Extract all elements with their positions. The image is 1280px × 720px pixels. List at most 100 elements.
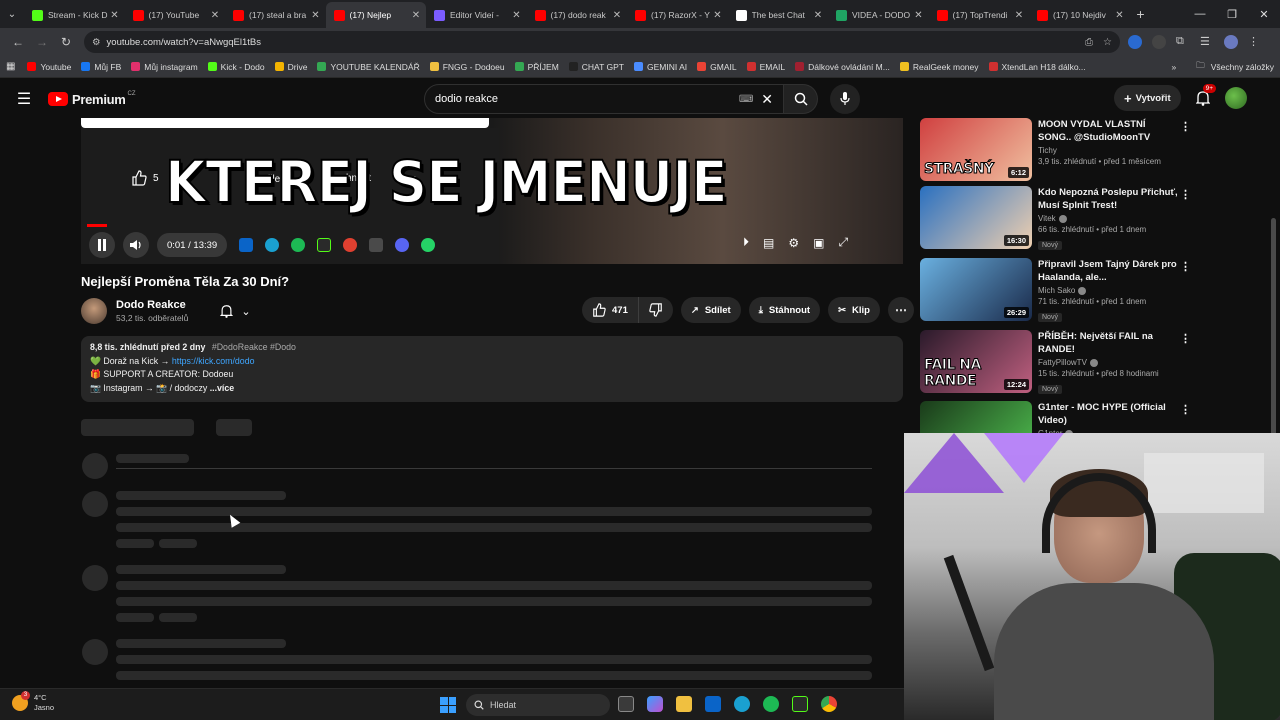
kick-link[interactable]: https://kick.com/dodo [172, 356, 255, 366]
minimize-icon[interactable]: — [1184, 8, 1216, 21]
tab-close-icon[interactable]: ✕ [1114, 10, 1126, 21]
browser-tab[interactable]: (17) RazorX - Y ✕ [627, 2, 728, 28]
bookmark-item[interactable]: Dálkové ovládání M... [795, 62, 890, 72]
bookmark-item[interactable]: RealGeek money [899, 62, 979, 72]
forward-icon[interactable]: → [30, 35, 54, 49]
progress-bar[interactable] [87, 224, 107, 227]
url-input[interactable]: ⚙ youtube.com/watch?v=aNwgqEl1tBs ⎙ ☆ [84, 31, 1120, 53]
bookmark-item[interactable]: Drive [274, 62, 307, 72]
tab-close-icon[interactable]: ✕ [109, 10, 121, 21]
video-thumbnail[interactable]: 16:30 [920, 186, 1032, 249]
video-title[interactable]: PŘÍBĚH: Největší FAIL na RANDE! [1038, 330, 1178, 356]
tab-close-icon[interactable]: ✕ [1013, 10, 1025, 21]
browser-tab[interactable]: Stream - Kick D ✕ [24, 2, 125, 28]
bookmark-item[interactable]: EMAIL [746, 62, 785, 72]
close-window-icon[interactable]: ✕ [1248, 8, 1280, 21]
recommended-video[interactable]: STRAŠNÝ 6:12 MOON VYDAL VLASTNÍ SONG.. @St… [920, 118, 1191, 184]
browser-tab[interactable]: VIDEA - DODO ✕ [828, 2, 929, 28]
miniplayer-icon[interactable]: ▣ [813, 236, 824, 250]
video-title[interactable]: G1nter - MOC HYPE (Official Video) [1038, 401, 1178, 427]
notifications-button[interactable]: 9+ [1193, 84, 1217, 108]
action-menu-icon[interactable]: ⋮ [1180, 332, 1191, 345]
profile-avatar[interactable] [1224, 35, 1238, 49]
recommended-video[interactable]: 16:30 Kdo Nepozná Poslepu Přichuť, Musí S… [920, 186, 1191, 252]
tab-close-icon[interactable]: ✕ [310, 10, 322, 21]
browser-menu-icon[interactable]: ⋮ [1248, 35, 1262, 49]
extension-blue-icon[interactable] [1128, 35, 1142, 49]
subtitles-icon[interactable]: ▤ [763, 236, 774, 250]
tab-close-icon[interactable]: ✕ [712, 10, 724, 21]
tab-close-icon[interactable]: ✕ [410, 10, 422, 21]
copilot-icon[interactable] [647, 696, 663, 712]
tab-close-icon[interactable]: ✕ [913, 10, 925, 21]
tab-close-icon[interactable]: ✕ [209, 10, 221, 21]
outlook-icon[interactable] [705, 696, 721, 712]
bookmark-item[interactable]: YOUTUBE KALENDÁŘ [317, 62, 420, 72]
settings-gear-icon[interactable]: ⚙ [788, 236, 799, 250]
action-menu-icon[interactable]: ⋮ [1180, 403, 1191, 416]
task-view-icon[interactable] [618, 696, 634, 712]
browser-tab[interactable]: (17) 10 Nejdiv ✕ [1029, 2, 1130, 28]
video-title[interactable]: Kdo Nepozná Poslepu Přichuť, Musí Splnit… [1038, 186, 1178, 212]
like-button[interactable]: 471 [582, 297, 639, 323]
channel-name[interactable]: Dodo Reakce [116, 299, 188, 311]
description-box[interactable]: 8,8 tis. zhlédnutí před 2 dny #DodoReakc… [81, 336, 903, 402]
hashtags[interactable]: #DodoReakce #Dodo [212, 342, 296, 352]
channel-name[interactable]: FattyPillowTV [1038, 358, 1087, 367]
extensions-puzzle-icon[interactable]: ⧉ [1176, 35, 1190, 49]
volume-button[interactable] [123, 232, 149, 258]
video-thumbnail[interactable]: 26:29 [920, 258, 1032, 321]
keyboard-icon[interactable]: ⌨ [739, 94, 753, 105]
bookmark-item[interactable]: Youtube [27, 62, 71, 72]
bookmark-item[interactable]: CHAT GPT [568, 62, 624, 72]
bookmark-item[interactable]: Můj FB [81, 62, 121, 72]
extension-dark-icon[interactable] [1152, 35, 1166, 49]
all-bookmarks-folder-icon[interactable]: 🗀 [1196, 60, 1205, 74]
guide-menu-icon[interactable]: ☰ [0, 89, 48, 109]
channel-avatar[interactable] [81, 298, 107, 324]
video-thumbnail[interactable]: FAIL NA RANDE 12:24 [920, 330, 1032, 393]
apps-grid-icon[interactable]: ▦ [6, 61, 15, 72]
bookmark-item[interactable]: GEMINI AI [633, 62, 687, 72]
spotify-icon[interactable] [763, 696, 779, 712]
reading-list-icon[interactable]: ☰ [1200, 35, 1214, 49]
youtube-logo[interactable]: Premium CZ [48, 91, 136, 107]
channel-name[interactable]: Mich Sako [1038, 286, 1075, 295]
weather-widget[interactable]: 3 4°C Jasno [12, 691, 54, 713]
site-info-icon[interactable]: ⚙ [92, 37, 101, 48]
recommended-video[interactable]: FAIL NA RANDE 12:24 PŘÍBĚH: Největší FAIL … [920, 330, 1191, 396]
download-button[interactable]: ⤓ Stáhnout [748, 297, 821, 323]
recommended-video[interactable]: 26:29 Připravil Jsem Tajný Dárek pro Haal… [920, 258, 1191, 324]
search-input[interactable]: dodio reakce ⌨ ✕ [424, 84, 784, 114]
fullscreen-icon[interactable]: ⤢ [838, 235, 848, 250]
bookmark-star-icon[interactable]: ☆ [1103, 37, 1112, 48]
dislike-button[interactable] [638, 297, 673, 323]
more-actions-button[interactable]: ⋯ [888, 297, 914, 323]
account-avatar[interactable] [1224, 87, 1247, 109]
edge-icon[interactable] [734, 696, 750, 712]
voice-search-button[interactable] [830, 84, 860, 114]
action-menu-icon[interactable]: ⋮ [1180, 260, 1191, 273]
video-title[interactable]: MOON VYDAL VLASTNÍ SONG.. @StudioMoonTV [1038, 118, 1178, 144]
browser-tab[interactable]: The best Chat ✕ [728, 2, 829, 28]
browser-tab[interactable]: (17) TopTrendi ✕ [929, 2, 1030, 28]
channel-name[interactable]: Vitek [1038, 214, 1056, 223]
browser-tab[interactable]: (17) dodo reak ✕ [527, 2, 628, 28]
subscription-bell-button[interactable]: ⌄ [210, 298, 260, 324]
bookmark-item[interactable]: GMAIL [697, 62, 737, 72]
video-thumbnail[interactable]: STRAŠNÝ 6:12 [920, 118, 1032, 181]
video-player[interactable]: 5 ille hnout ✂ KTEREJ SE JMENUJE 0:01 / … [81, 118, 903, 264]
browser-tab[interactable]: (17) Nejlep ✕ [325, 2, 426, 28]
tab-close-icon[interactable]: ✕ [611, 10, 623, 21]
taskbar-search[interactable]: Hledat [466, 694, 610, 716]
create-button[interactable]: + Vytvořit [1114, 85, 1181, 111]
file-explorer-icon[interactable] [676, 696, 692, 712]
maximize-icon[interactable]: ❐ [1216, 8, 1248, 21]
show-more-link[interactable]: ...více [210, 383, 234, 393]
tab-close-icon[interactable]: ✕ [511, 10, 523, 21]
share-button[interactable]: ↗ Sdílet [680, 297, 741, 323]
browser-tab[interactable]: Editor Videí - ✕ [426, 2, 527, 28]
tab-close-icon[interactable]: ✕ [812, 10, 824, 21]
bookmark-item[interactable]: XtendLan H18 dálko... [988, 62, 1086, 72]
terminal-icon[interactable] [792, 696, 808, 712]
